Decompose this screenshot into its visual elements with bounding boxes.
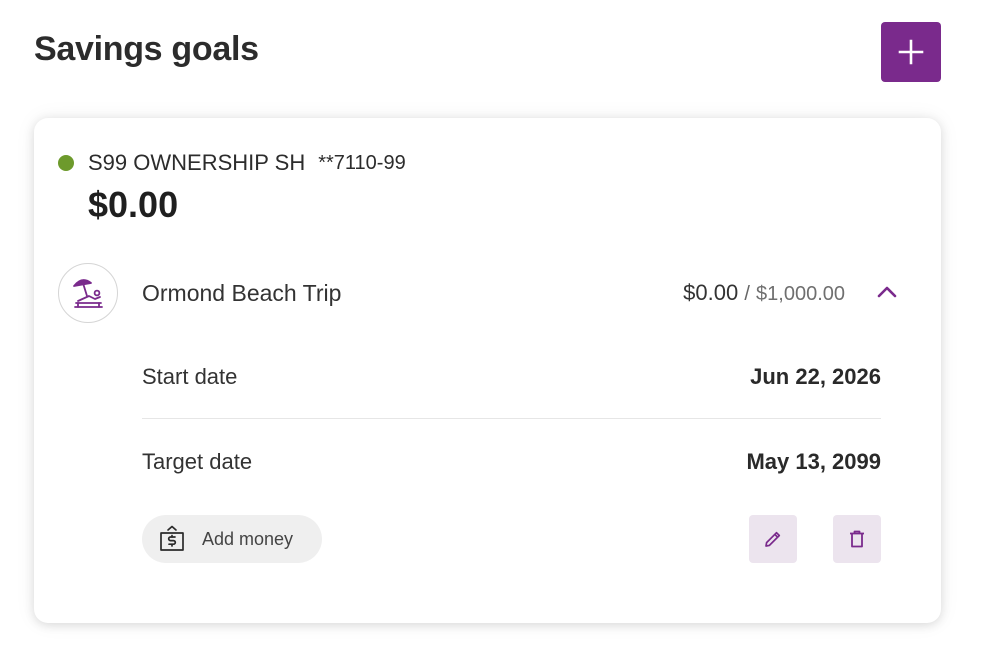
account-balance: $0.00 <box>88 184 179 225</box>
money-deposit-icon <box>160 525 184 551</box>
account-name: S99 OWNERSHIP SH <box>88 150 306 175</box>
savings-goals-page: Savings goals S99 OWNERSHIP SH **7110-99… <box>0 0 992 660</box>
add-money-button[interactable]: Add money <box>142 515 322 563</box>
goal-target-amount: $1,000.00 <box>756 283 845 305</box>
add-money-label: Add money <box>202 528 294 549</box>
delete-goal-button[interactable] <box>833 515 881 563</box>
detail-divider <box>142 418 881 419</box>
target-date-value: May 13, 2099 <box>746 449 881 474</box>
plus-icon <box>898 39 924 65</box>
start-date-label: Start date <box>142 364 238 389</box>
beach-lounge-icon <box>58 263 118 323</box>
add-goal-button[interactable] <box>881 22 941 82</box>
target-date-label: Target date <box>142 449 253 474</box>
pencil-icon <box>765 531 781 547</box>
page-title: Savings goals <box>34 30 259 68</box>
chevron-up-icon <box>877 286 897 298</box>
goal-saved-amount: $0.00 <box>683 280 739 305</box>
trash-icon <box>850 530 864 548</box>
account-status-dot <box>58 155 74 171</box>
start-date-value: Jun 22, 2026 <box>750 364 881 389</box>
savings-account-card: S99 OWNERSHIP SH **7110-99 $0.00 Ormond … <box>34 118 941 623</box>
account-header: S99 OWNERSHIP SH **7110-99 <box>58 150 406 176</box>
edit-goal-button[interactable] <box>749 515 797 563</box>
goal-amount-separator: / <box>744 283 750 305</box>
goal-progress-amounts: $0.00 / $1,000.00 <box>683 280 845 306</box>
account-number: **7110-99 <box>318 151 406 174</box>
goal-name: Ormond Beach Trip <box>142 280 342 306</box>
collapse-goal-button[interactable] <box>872 277 902 307</box>
